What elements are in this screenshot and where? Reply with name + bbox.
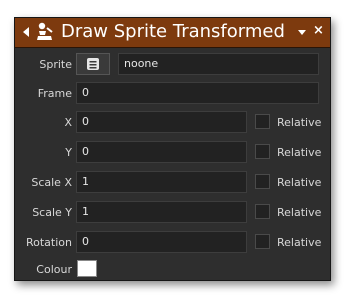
x-label: X — [64, 116, 72, 129]
scale-x-label: Scale X — [31, 176, 72, 189]
collapse-arrow-icon[interactable] — [23, 27, 29, 37]
colour-row: Colour — [15, 258, 330, 282]
scale-y-relative-label: Relative — [277, 206, 322, 219]
frame-label: Frame — [37, 87, 72, 100]
scale-y-relative-checkbox[interactable] — [255, 204, 270, 219]
sprite-row: Sprite noone — [15, 53, 330, 77]
rotation-relative-label: Relative — [277, 236, 322, 249]
scale-x-relative-checkbox[interactable] — [255, 174, 270, 189]
colour-swatch[interactable] — [77, 260, 97, 277]
rotation-relative-checkbox[interactable] — [255, 234, 270, 249]
scale-x-relative-label: Relative — [277, 176, 322, 189]
panel-title: Draw Sprite Transformed — [61, 21, 285, 42]
frame-field[interactable]: 0 — [76, 82, 319, 104]
sprite-browse-button[interactable] — [76, 53, 110, 75]
panel-header: Draw Sprite Transformed × — [15, 18, 330, 48]
y-relative-label: Relative — [277, 146, 322, 159]
action-panel: Draw Sprite Transformed × Sprite noone F… — [14, 17, 331, 281]
sprite-label: Sprite — [39, 58, 72, 71]
draw-sprite-icon — [37, 22, 53, 40]
close-icon[interactable]: × — [313, 24, 324, 38]
x-field[interactable]: 0 — [76, 111, 247, 133]
colour-label: Colour — [36, 263, 72, 276]
rotation-field[interactable]: 0 — [76, 231, 247, 253]
y-relative-checkbox[interactable] — [255, 144, 270, 159]
scale-x-field[interactable]: 1 — [76, 171, 247, 193]
y-row: Y 0 Relative — [15, 141, 330, 165]
y-field[interactable]: 0 — [76, 141, 247, 163]
x-row: X 0 Relative — [15, 111, 330, 135]
frame-row: Frame 0 — [15, 82, 330, 106]
scale-x-row: Scale X 1 Relative — [15, 171, 330, 195]
chevron-down-icon[interactable] — [298, 30, 306, 35]
scale-y-row: Scale Y 1 Relative — [15, 201, 330, 225]
sprite-browse-icon — [87, 58, 99, 70]
rotation-row: Rotation 0 Relative — [15, 231, 330, 255]
x-relative-label: Relative — [277, 116, 322, 129]
y-label: Y — [65, 146, 72, 159]
rotation-label: Rotation — [25, 236, 72, 249]
x-relative-checkbox[interactable] — [255, 114, 270, 129]
scale-y-field[interactable]: 1 — [76, 201, 247, 223]
sprite-name-field[interactable]: noone — [118, 53, 319, 75]
scale-y-label: Scale Y — [32, 206, 72, 219]
